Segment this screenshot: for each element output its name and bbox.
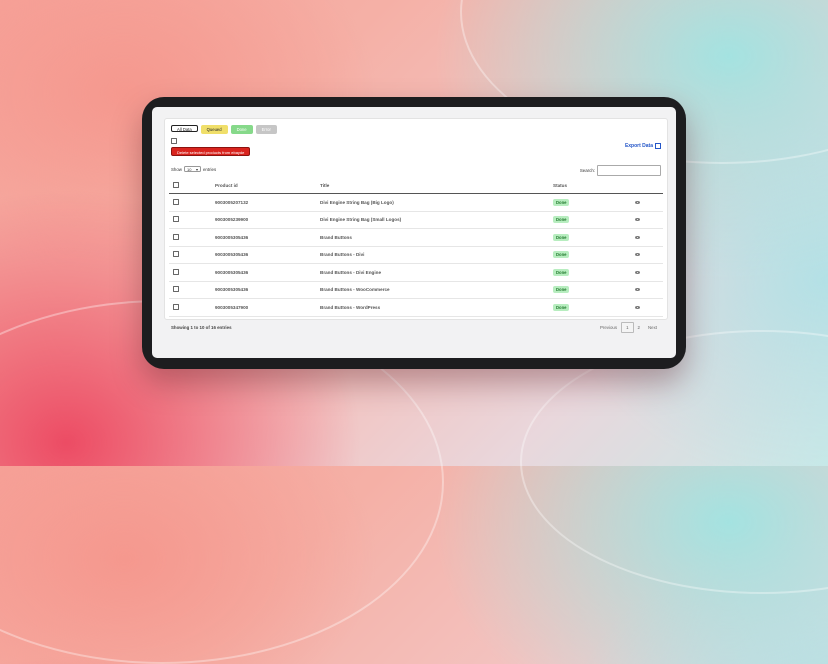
product-id-cell: 9003005305436 xyxy=(215,228,320,247)
row-checkbox[interactable] xyxy=(173,216,179,223)
filter-all-data-button[interactable]: All Data xyxy=(171,125,198,132)
header-product-id[interactable]: Product id xyxy=(215,178,320,194)
status-badge: Done xyxy=(553,216,570,224)
product-id-cell: 9003005305436 xyxy=(215,281,320,299)
eye-icon[interactable] xyxy=(635,270,640,274)
pagination: Previous 1 2 Next xyxy=(596,322,661,333)
row-checkbox[interactable] xyxy=(173,268,179,275)
title-cell: Brand Buttons - WooCommerce xyxy=(320,281,553,299)
entries-select[interactable]: 10 ▾ xyxy=(183,166,201,172)
select-all-checkbox[interactable] xyxy=(173,182,179,188)
entries-label: entries xyxy=(202,166,217,172)
status-filters: All Data Queued Done Error xyxy=(171,125,277,134)
status-badge: Done xyxy=(553,198,570,206)
show-label: Show xyxy=(171,166,182,172)
title-cell: Brand Buttons - Divi Engine xyxy=(320,263,553,282)
products-card: All Data Queued Done Error Delete select… xyxy=(164,118,668,333)
title-cell: Brand Buttons - Divi xyxy=(320,246,553,264)
table-info: Showing 1 to 10 of 16 entries xyxy=(171,325,232,330)
export-data-link[interactable]: Export Data xyxy=(625,143,661,149)
chevron-down-icon: ▾ xyxy=(195,166,198,172)
table-row: 9003005239900 Divi Engine String Bag (Sm… xyxy=(169,211,663,229)
filter-error-button[interactable]: Error xyxy=(255,125,277,134)
filter-queued-button[interactable]: Queued xyxy=(200,125,228,134)
eye-icon[interactable] xyxy=(635,235,640,239)
delete-selected-button[interactable]: Delete selected products from ebayde xyxy=(171,147,251,156)
eye-icon[interactable] xyxy=(635,253,640,257)
header-title[interactable]: Title xyxy=(320,178,553,194)
status-badge: Done xyxy=(553,268,570,276)
row-checkbox[interactable] xyxy=(173,286,179,293)
table-row: 9003005305436 Brand Buttons - WooCommerc… xyxy=(169,281,663,299)
export-data-label: Export Data xyxy=(624,143,653,149)
entries-length-control: Show 10 ▾ entries xyxy=(171,166,216,172)
row-checkbox[interactable] xyxy=(173,303,179,310)
status-badge: Done xyxy=(553,286,570,294)
pagination-next[interactable]: Next xyxy=(644,325,661,330)
pagination-previous[interactable]: Previous xyxy=(596,325,621,330)
products-table: Product id Title Status 9003005207132 Di… xyxy=(169,178,663,317)
row-checkbox[interactable] xyxy=(173,233,179,240)
title-cell: Divi Engine String Bag (Small Logos) xyxy=(320,211,553,229)
table-row: 9003005305436 Brand Buttons - Divi Engin… xyxy=(169,263,663,282)
table-row: 9003005207132 Divi Engine String Bag (Bi… xyxy=(169,193,663,212)
table-header-row: Product id Title Status xyxy=(169,178,663,194)
status-badge: Done xyxy=(553,303,570,311)
external-link-icon xyxy=(655,143,661,149)
product-id-cell: 9003005347900 xyxy=(215,298,320,317)
tablet-screen: All Data Queued Done Error Delete select… xyxy=(152,107,676,358)
search-label: Search: xyxy=(579,168,595,173)
product-id-cell: 9003005305436 xyxy=(215,246,320,264)
title-cell: Brand Buttons - WordPress xyxy=(320,298,553,317)
eye-icon[interactable] xyxy=(635,305,640,309)
pagination-page-2[interactable]: 2 xyxy=(634,325,644,330)
eye-icon[interactable] xyxy=(635,288,640,292)
table-row: 9003005305436 Brand Buttons Done xyxy=(169,228,663,247)
entries-select-value: 10 xyxy=(186,166,192,172)
table-row: 9003005305436 Brand Buttons - Divi Done xyxy=(169,246,663,264)
table-row: 9003005347900 Brand Buttons - WordPress … xyxy=(169,298,663,317)
search-control: Search: xyxy=(580,165,661,176)
product-id-cell: 9003005207132 xyxy=(215,193,320,212)
title-cell: Brand Buttons xyxy=(320,228,553,247)
search-input[interactable] xyxy=(597,165,661,176)
row-checkbox[interactable] xyxy=(173,251,179,258)
eye-icon[interactable] xyxy=(635,218,640,222)
status-badge: Done xyxy=(553,233,570,241)
title-cell: Divi Engine String Bag (Big Logo) xyxy=(320,193,553,212)
product-id-cell: 9003005239900 xyxy=(215,211,320,229)
status-badge: Done xyxy=(553,251,570,259)
row-checkbox[interactable] xyxy=(173,198,179,205)
pagination-page-1[interactable]: 1 xyxy=(621,322,634,333)
select-all-top-checkbox[interactable] xyxy=(171,138,177,144)
filter-done-button[interactable]: Done xyxy=(230,125,253,134)
tablet-frame: All Data Queued Done Error Delete select… xyxy=(142,97,686,369)
eye-icon[interactable] xyxy=(635,200,640,204)
product-id-cell: 9003005305436 xyxy=(215,263,320,282)
header-status[interactable]: Status xyxy=(553,178,629,194)
